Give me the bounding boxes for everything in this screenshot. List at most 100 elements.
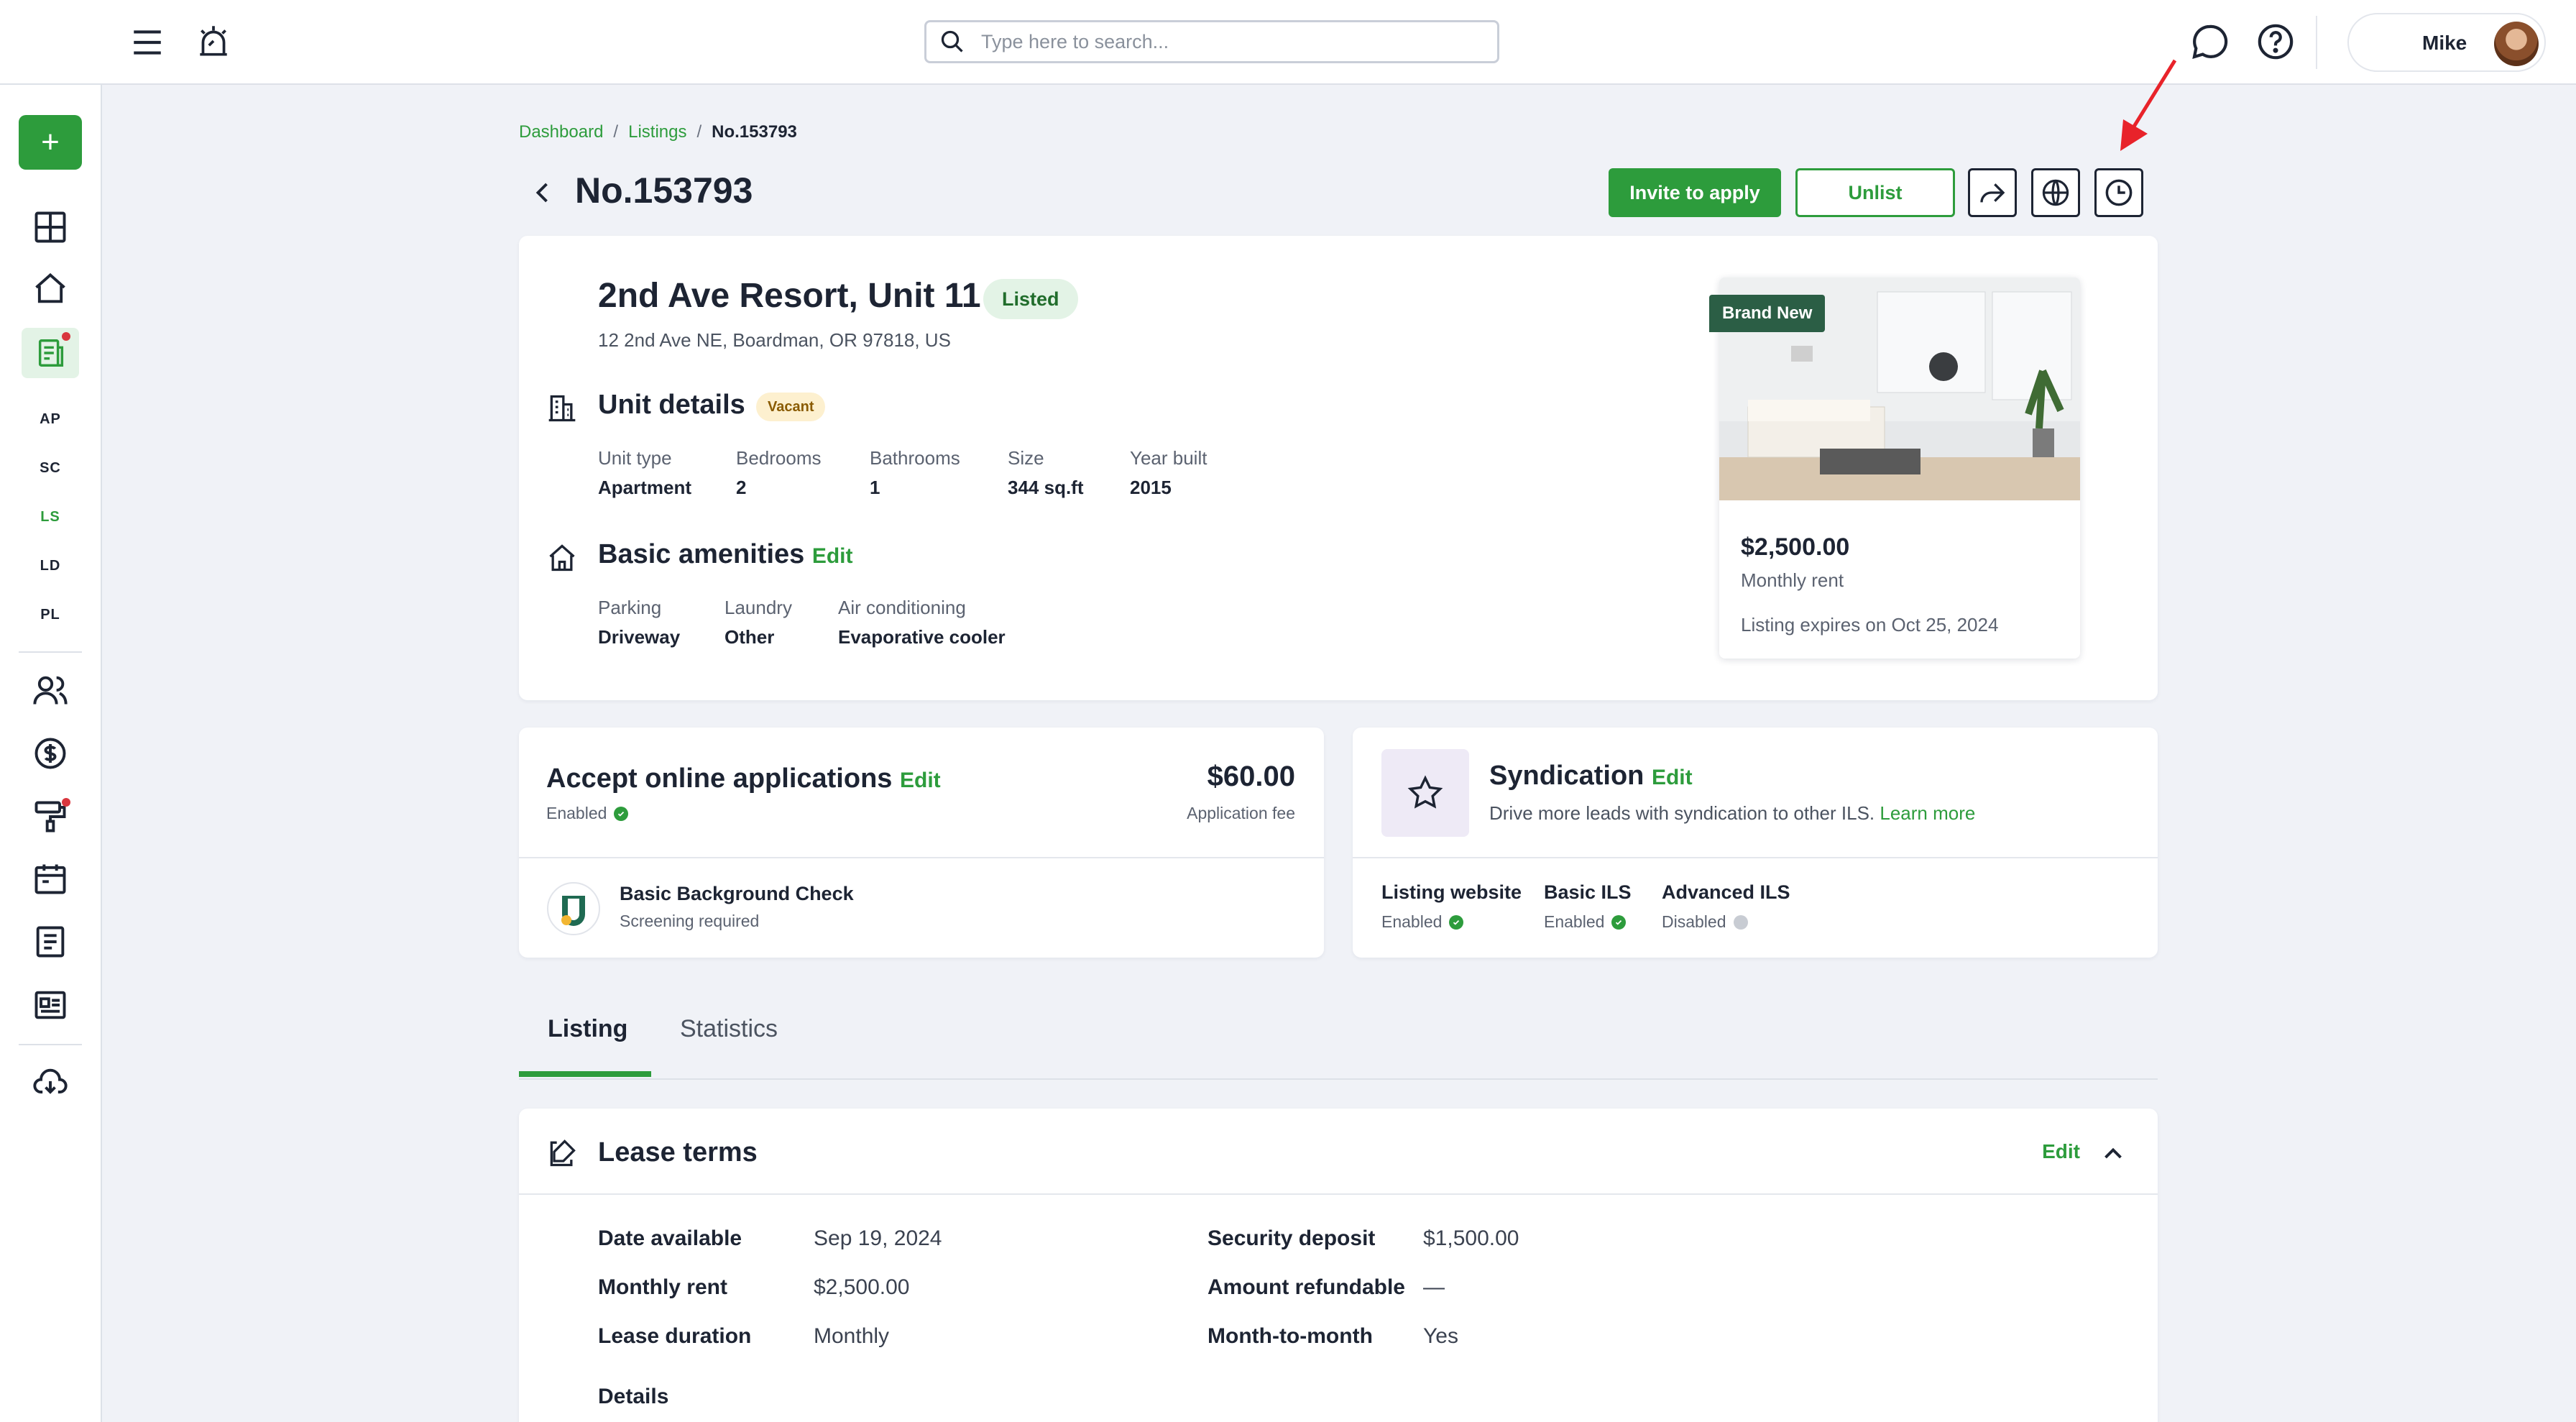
search-bar[interactable] — [924, 20, 1499, 63]
syndication-edit-link[interactable]: Edit — [1652, 766, 1693, 789]
learn-more-link[interactable]: Learn more — [1880, 802, 1975, 824]
sidebar-item-ld[interactable]: LD — [0, 558, 101, 574]
bedrooms-field: Bedrooms 2 — [736, 447, 822, 498]
advanced-ils-item[interactable]: Advanced ILS Disabled — [1662, 881, 1790, 932]
alarm-icon[interactable] — [196, 22, 231, 60]
page-title: No.153793 — [575, 170, 753, 211]
year-built-field: Year built 2015 — [1130, 447, 1208, 498]
search-icon — [941, 30, 963, 52]
listing-website-item[interactable]: Listing website Enabled — [1381, 881, 1522, 932]
notification-dot — [62, 798, 70, 807]
basic-amenities-title: Basic amenities Edit — [598, 539, 853, 569]
cloud-download-icon[interactable] — [32, 1064, 69, 1101]
background-check-title: Basic Background Check — [620, 883, 854, 904]
breadcrumb-listings[interactable]: Listings — [628, 122, 686, 142]
advanced-ils-status: Disabled — [1662, 912, 1790, 932]
vacancy-badge: Vacant — [756, 393, 826, 421]
listing-rent-label: Monthly rent — [1741, 569, 1844, 591]
share-button[interactable] — [1968, 168, 2017, 217]
share-arrow-icon — [1980, 183, 2005, 203]
card-divider — [519, 857, 1324, 858]
menu-icon[interactable] — [129, 24, 165, 60]
notification-dot — [62, 332, 70, 341]
people-icon[interactable] — [32, 671, 69, 709]
unit-details-title: Unit details — [598, 390, 745, 420]
syndication-card: Syndication Edit Drive more leads with s… — [1353, 728, 2158, 958]
sidebar-item-pl[interactable]: PL — [0, 607, 101, 623]
sidebar-item-ap[interactable]: AP — [0, 411, 101, 428]
basic-ils-item[interactable]: Basic ILS Enabled — [1544, 881, 1632, 932]
check-circle-icon — [614, 806, 629, 821]
applications-status: Enabled — [546, 804, 629, 823]
breadcrumb: Dashboard / Listings / No.153793 — [519, 122, 797, 142]
breadcrumb-dashboard[interactable]: Dashboard — [519, 122, 603, 142]
card-divider — [519, 1193, 2158, 1195]
status-badge: Listed — [983, 279, 1078, 319]
application-fee-label: Application fee — [1187, 804, 1295, 822]
user-menu[interactable]: Mike — [2347, 13, 2546, 72]
listings-nav-item[interactable] — [22, 328, 79, 378]
lease-edit-link[interactable]: Edit — [2042, 1140, 2080, 1163]
view-website-button[interactable] — [2031, 168, 2080, 217]
help-icon[interactable] — [2255, 22, 2296, 62]
dollar-circle-icon[interactable] — [32, 735, 69, 772]
application-fee: $60.00 — [1207, 761, 1295, 792]
amenities-edit-link[interactable]: Edit — [812, 544, 853, 568]
check-circle-icon — [1449, 914, 1464, 930]
sidebar-item-sc[interactable]: SC — [0, 460, 101, 477]
applications-title: Accept online applications Edit — [546, 763, 941, 794]
sidebar: + AP SC LS LD PL — [0, 0, 102, 1422]
unit-address: 12 2nd Ave NE, Boardman, OR 97818, US — [598, 329, 951, 351]
star-icon — [1407, 775, 1443, 809]
breadcrumb-current: No.153793 — [712, 122, 797, 142]
sidebar-divider — [19, 651, 82, 653]
parking-field: Parking Driveway — [598, 597, 681, 648]
id-card-icon[interactable] — [32, 986, 69, 1024]
search-input[interactable] — [981, 30, 1470, 53]
clock-icon — [2105, 179, 2133, 206]
home-icon[interactable] — [32, 270, 69, 308]
background-check-subtitle: Screening required — [620, 912, 760, 930]
details-heading: Details — [598, 1385, 669, 1408]
chat-icon[interactable] — [2189, 22, 2230, 62]
listing-website-status: Enabled — [1381, 912, 1522, 932]
listing-photo-card[interactable]: $2,500.00 Monthly rent Listing expires o… — [1719, 277, 2080, 659]
check-circle-icon — [1611, 914, 1627, 930]
calendar-icon[interactable] — [32, 860, 69, 897]
brand-new-badge: Brand New — [1709, 295, 1826, 332]
syndication-description: Drive more leads with syndication to oth… — [1489, 802, 1976, 824]
tab-statistics[interactable]: Statistics — [680, 1015, 778, 1043]
background-check-logo-icon — [547, 882, 600, 935]
syndication-icon-box — [1381, 749, 1469, 837]
user-name: Mike — [2422, 32, 2467, 54]
sidebar-item-ls[interactable]: LS — [0, 509, 101, 526]
annotation-arrow-icon — [2120, 59, 2177, 151]
breadcrumb-separator: / — [696, 122, 702, 142]
air-conditioning-field: Air conditioning Evaporative cooler — [838, 597, 1006, 648]
house-icon — [549, 544, 575, 572]
lease-terms-card: Lease terms Edit Date available Sep 19, 2… — [519, 1109, 2158, 1422]
unit-type-field: Unit type Apartment — [598, 447, 692, 498]
bathrooms-field: Bathrooms 1 — [870, 447, 960, 498]
chevron-up-icon[interactable] — [2100, 1140, 2126, 1166]
syndication-title: Syndication Edit — [1489, 761, 1693, 791]
invite-to-apply-button[interactable]: Invite to apply — [1609, 168, 1781, 217]
document-icon[interactable] — [32, 923, 69, 960]
new-button[interactable]: + — [19, 115, 82, 170]
building-icon — [548, 395, 576, 422]
online-applications-card: Accept online applications Edit Enabled … — [519, 728, 1324, 958]
edit-document-icon — [550, 1139, 576, 1167]
unlist-button[interactable]: Unlist — [1795, 168, 1955, 217]
back-arrow-icon[interactable] — [530, 178, 556, 207]
disabled-circle-icon — [1733, 914, 1748, 930]
laundry-field: Laundry Other — [724, 597, 792, 648]
card-divider — [1353, 857, 2158, 858]
dashboard-grid-icon[interactable] — [32, 208, 69, 246]
unit-title: 2nd Ave Resort, Unit 11 — [598, 277, 981, 315]
tab-listing[interactable]: Listing — [548, 1015, 627, 1043]
applications-edit-link[interactable]: Edit — [900, 769, 941, 792]
history-button[interactable] — [2094, 168, 2143, 217]
breadcrumb-separator: / — [613, 122, 619, 142]
globe-icon — [2042, 179, 2069, 206]
basic-ils-status: Enabled — [1544, 912, 1632, 932]
